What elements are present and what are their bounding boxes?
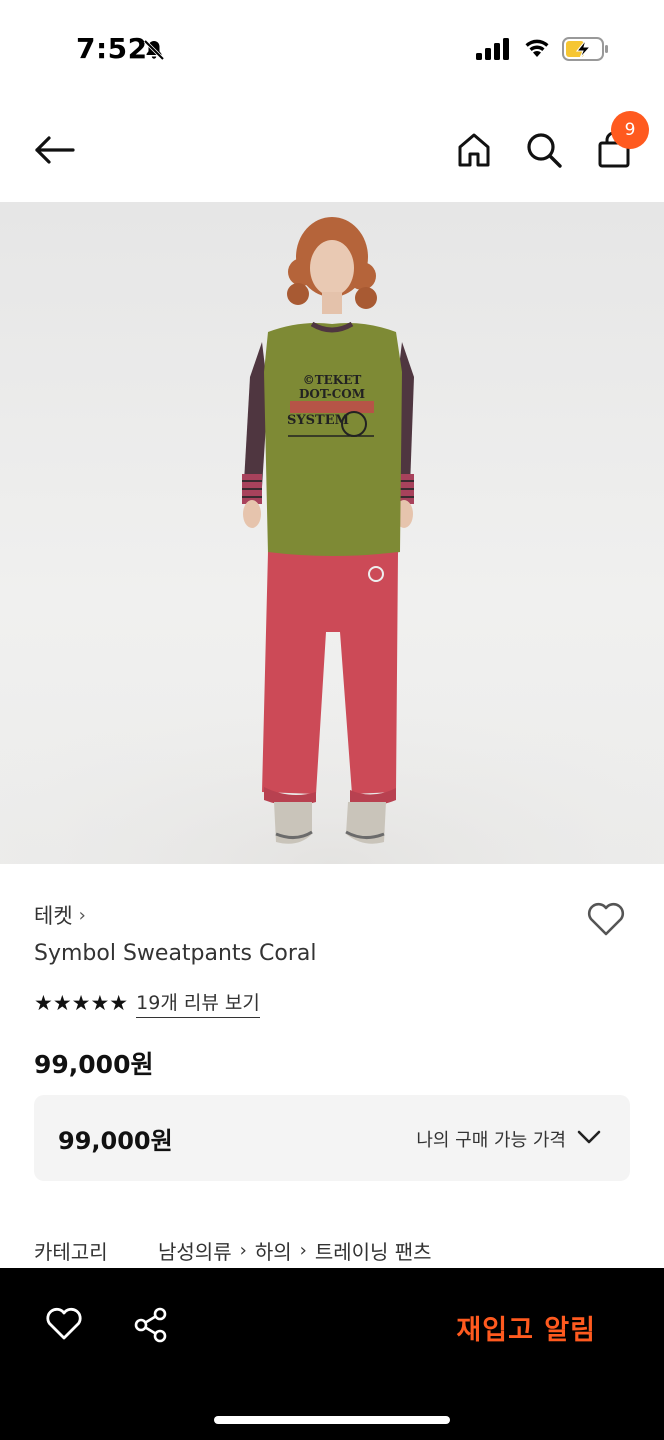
rating-row: ★★★★★ 19개 리뷰 보기 bbox=[34, 988, 260, 1018]
shirt-print-2: DOT-COM bbox=[299, 387, 365, 401]
category-crumb-men-clothing[interactable]: 남성의류 bbox=[158, 1236, 232, 1265]
model-photo: ©TEKET DOT-COM SYSTEM bbox=[0, 217, 664, 864]
category-row: 카테고리 남성의류 › 하의 › 트레이닝 팬츠 bbox=[34, 1236, 432, 1265]
signal-icon bbox=[476, 38, 509, 60]
wifi-icon bbox=[525, 39, 549, 57]
shirt-print-3: SYSTEM bbox=[287, 413, 349, 428]
chevron-right-icon: › bbox=[299, 1240, 307, 1261]
star-rating: ★★★★★ bbox=[34, 991, 129, 1015]
wishlist-heart-button[interactable] bbox=[586, 900, 626, 938]
home-indicator[interactable] bbox=[214, 1416, 450, 1424]
category-label: 카테고리 bbox=[34, 1240, 108, 1264]
status-time: 7:52 bbox=[76, 32, 148, 65]
bottom-action-bar: 재입고 알림 bbox=[0, 1268, 664, 1440]
brand-link[interactable]: 테켓 › bbox=[34, 900, 86, 930]
category-crumb-training-pants[interactable]: 트레이닝 팬츠 bbox=[315, 1236, 432, 1265]
product-price: 99,000원 bbox=[34, 1050, 154, 1079]
product-name: Symbol Sweatpants Coral bbox=[34, 941, 317, 966]
heart-outline-icon[interactable] bbox=[44, 1306, 84, 1342]
share-icon[interactable] bbox=[132, 1306, 170, 1344]
top-navigation bbox=[0, 100, 664, 200]
bell-slash-icon bbox=[143, 39, 165, 61]
category-crumb-bottoms[interactable]: 하의 bbox=[255, 1236, 292, 1265]
my-price-label: 나의 구매 가능 가격 bbox=[416, 1130, 566, 1151]
reviews-link[interactable]: 19개 리뷰 보기 bbox=[136, 988, 260, 1018]
shirt-print-1: ©TEKET bbox=[303, 373, 362, 387]
category-breadcrumb: 남성의류 › 하의 › 트레이닝 팬츠 bbox=[158, 1236, 432, 1265]
search-icon bbox=[527, 133, 562, 168]
brand-name: 테켓 bbox=[34, 904, 73, 928]
chevron-down-icon bbox=[577, 1130, 601, 1144]
my-price-value: 99,000원 bbox=[58, 1127, 173, 1155]
my-price-dropdown[interactable]: 99,000원 나의 구매 가능 가격 bbox=[34, 1095, 630, 1181]
cart-count-badge: 9 bbox=[611, 111, 649, 149]
chevron-right-icon: › bbox=[239, 1240, 247, 1261]
home-button[interactable] bbox=[452, 128, 496, 172]
home-icon bbox=[458, 133, 490, 167]
restock-alert-button[interactable]: 재입고 알림 bbox=[456, 1308, 596, 1347]
status-bar: 7:52 bbox=[0, 0, 664, 100]
back-button[interactable] bbox=[30, 128, 78, 172]
back-arrow-icon bbox=[35, 136, 75, 164]
product-image[interactable]: ©TEKET DOT-COM SYSTEM bbox=[0, 202, 664, 864]
battery-charging-icon bbox=[562, 37, 608, 61]
chevron-right-icon: › bbox=[78, 904, 86, 926]
search-button[interactable] bbox=[522, 128, 566, 172]
